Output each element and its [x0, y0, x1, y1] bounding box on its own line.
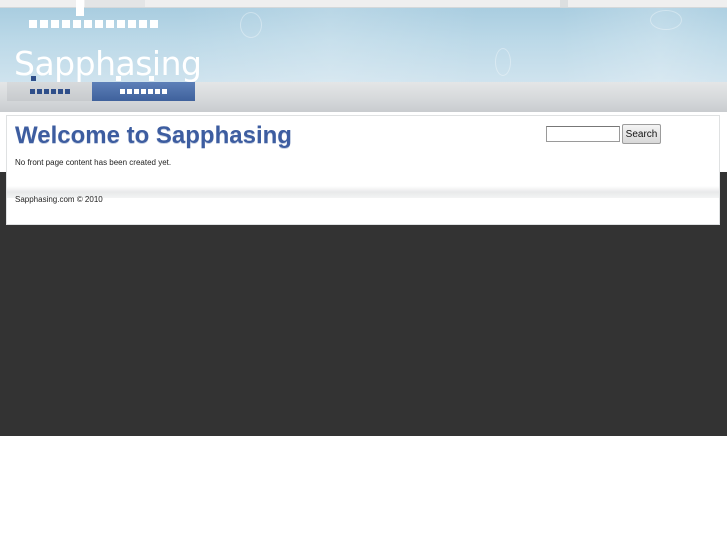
logo-squares: [29, 20, 158, 28]
search-form: Search: [546, 124, 661, 144]
page: Sapphasing Welcome to Sapphasing No fron…: [0, 0, 727, 545]
logo-mark: [76, 0, 84, 16]
site-name-link[interactable]: Sapphasing: [14, 44, 202, 84]
nav-tab-1[interactable]: [7, 76, 92, 101]
page-title: Welcome to Sapphasing: [15, 122, 292, 149]
search-button[interactable]: Search: [622, 124, 661, 144]
content-panel: Welcome to Sapphasing No front page cont…: [7, 116, 719, 224]
tab-dots-icon: [120, 89, 167, 94]
search-input[interactable]: [546, 126, 620, 142]
footer-copyright: Sapphasing.com © 2010: [15, 195, 103, 204]
front-page-message: No front page content has been created y…: [15, 158, 172, 167]
header-top-strip: [0, 0, 727, 8]
primary-nav: [7, 76, 195, 101]
tab-dots-icon: [29, 89, 70, 94]
footer-divider: [7, 186, 719, 198]
nav-tab-2-active[interactable]: [92, 76, 195, 101]
site-header: Sapphasing: [0, 0, 727, 112]
